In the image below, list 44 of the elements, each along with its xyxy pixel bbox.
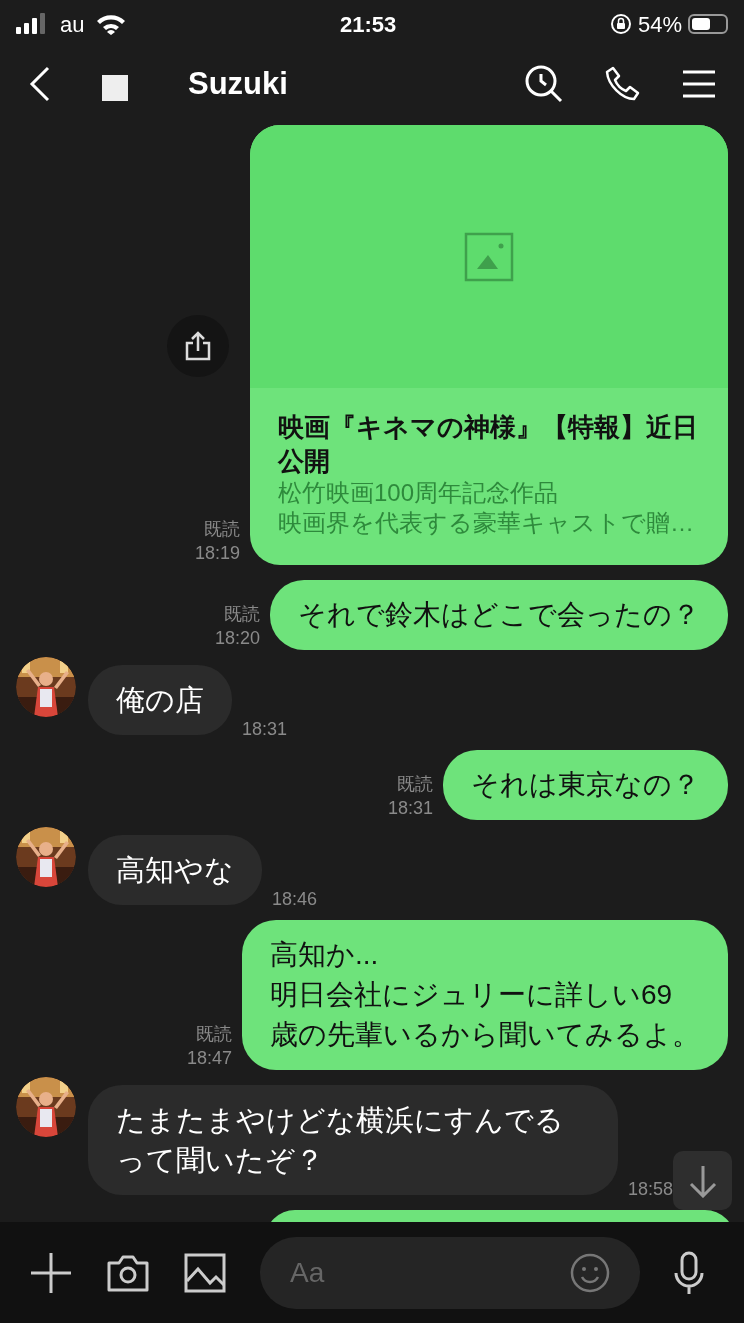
link-title: 映画『キネマの神様』【特報】近日公開: [278, 411, 699, 478]
read-receipt: 既読: [224, 603, 260, 626]
search-history-icon[interactable]: [524, 64, 564, 104]
back-icon[interactable]: [28, 66, 52, 102]
message-field[interactable]: Aa: [260, 1236, 640, 1309]
battery-percent: 54%: [637, 10, 682, 39]
wifi-icon: [96, 13, 127, 35]
carrier-name: au: [60, 10, 85, 39]
message-bubble: 高知やな: [88, 835, 262, 905]
phone-icon[interactable]: [604, 65, 642, 103]
scroll-down-button[interactable]: [673, 1151, 732, 1210]
image-placeholder-icon: [464, 231, 514, 282]
message-time: 18:58: [628, 1178, 674, 1201]
message-bubble: たまたまやけどな横浜にすんでるって聞いたぞ？: [88, 1085, 618, 1195]
down-arrow-icon: [687, 1163, 718, 1198]
read-receipt: 既読: [397, 773, 433, 796]
read-receipt: 既読: [196, 1023, 232, 1046]
menu-icon[interactable]: [682, 69, 716, 99]
emoji-icon[interactable]: [570, 1252, 610, 1293]
message-input[interactable]: Aa: [290, 1251, 570, 1294]
clock: 21:53: [340, 10, 397, 39]
rotation-lock-icon: [609, 13, 632, 35]
message-time: 18:31: [387, 797, 433, 820]
gallery-icon[interactable]: [184, 1252, 226, 1293]
link-description: 松竹映画100周年記念作品: [278, 478, 560, 508]
message-bubble: それは東京なの？: [443, 750, 728, 820]
message-time: 18:20: [214, 627, 260, 650]
microphone-icon[interactable]: [674, 1250, 704, 1295]
message-bubble: それで鈴木はどこで会ったの？: [270, 580, 728, 650]
message-time: 18:46: [272, 888, 318, 911]
read-receipt: 既読: [204, 518, 240, 541]
signal-icon: [16, 13, 48, 35]
message-bubble: 俺の店: [88, 665, 232, 735]
message-time: 18:47: [186, 1047, 232, 1070]
plus-icon[interactable]: [30, 1251, 72, 1294]
chat-title: Suzuki: [188, 64, 288, 103]
link-preview-card[interactable]: 映画『キネマの神様』【特報】近日公開 松竹映画100周年記念作品 映画界を代表する豪華キャストで贈…: [250, 125, 728, 565]
message-time: 18:19: [194, 542, 240, 565]
link-description: 映画界を代表する豪華キャストで贈…: [278, 508, 695, 538]
redaction-block: [102, 75, 128, 101]
message-time: 18:31: [242, 718, 288, 741]
battery-icon: [688, 14, 728, 34]
message-bubble: 高知か... 明日会社にジュリーに詳しい69 歳の先輩いるから聞いてみるよ。: [242, 920, 728, 1070]
share-icon: [184, 331, 212, 361]
